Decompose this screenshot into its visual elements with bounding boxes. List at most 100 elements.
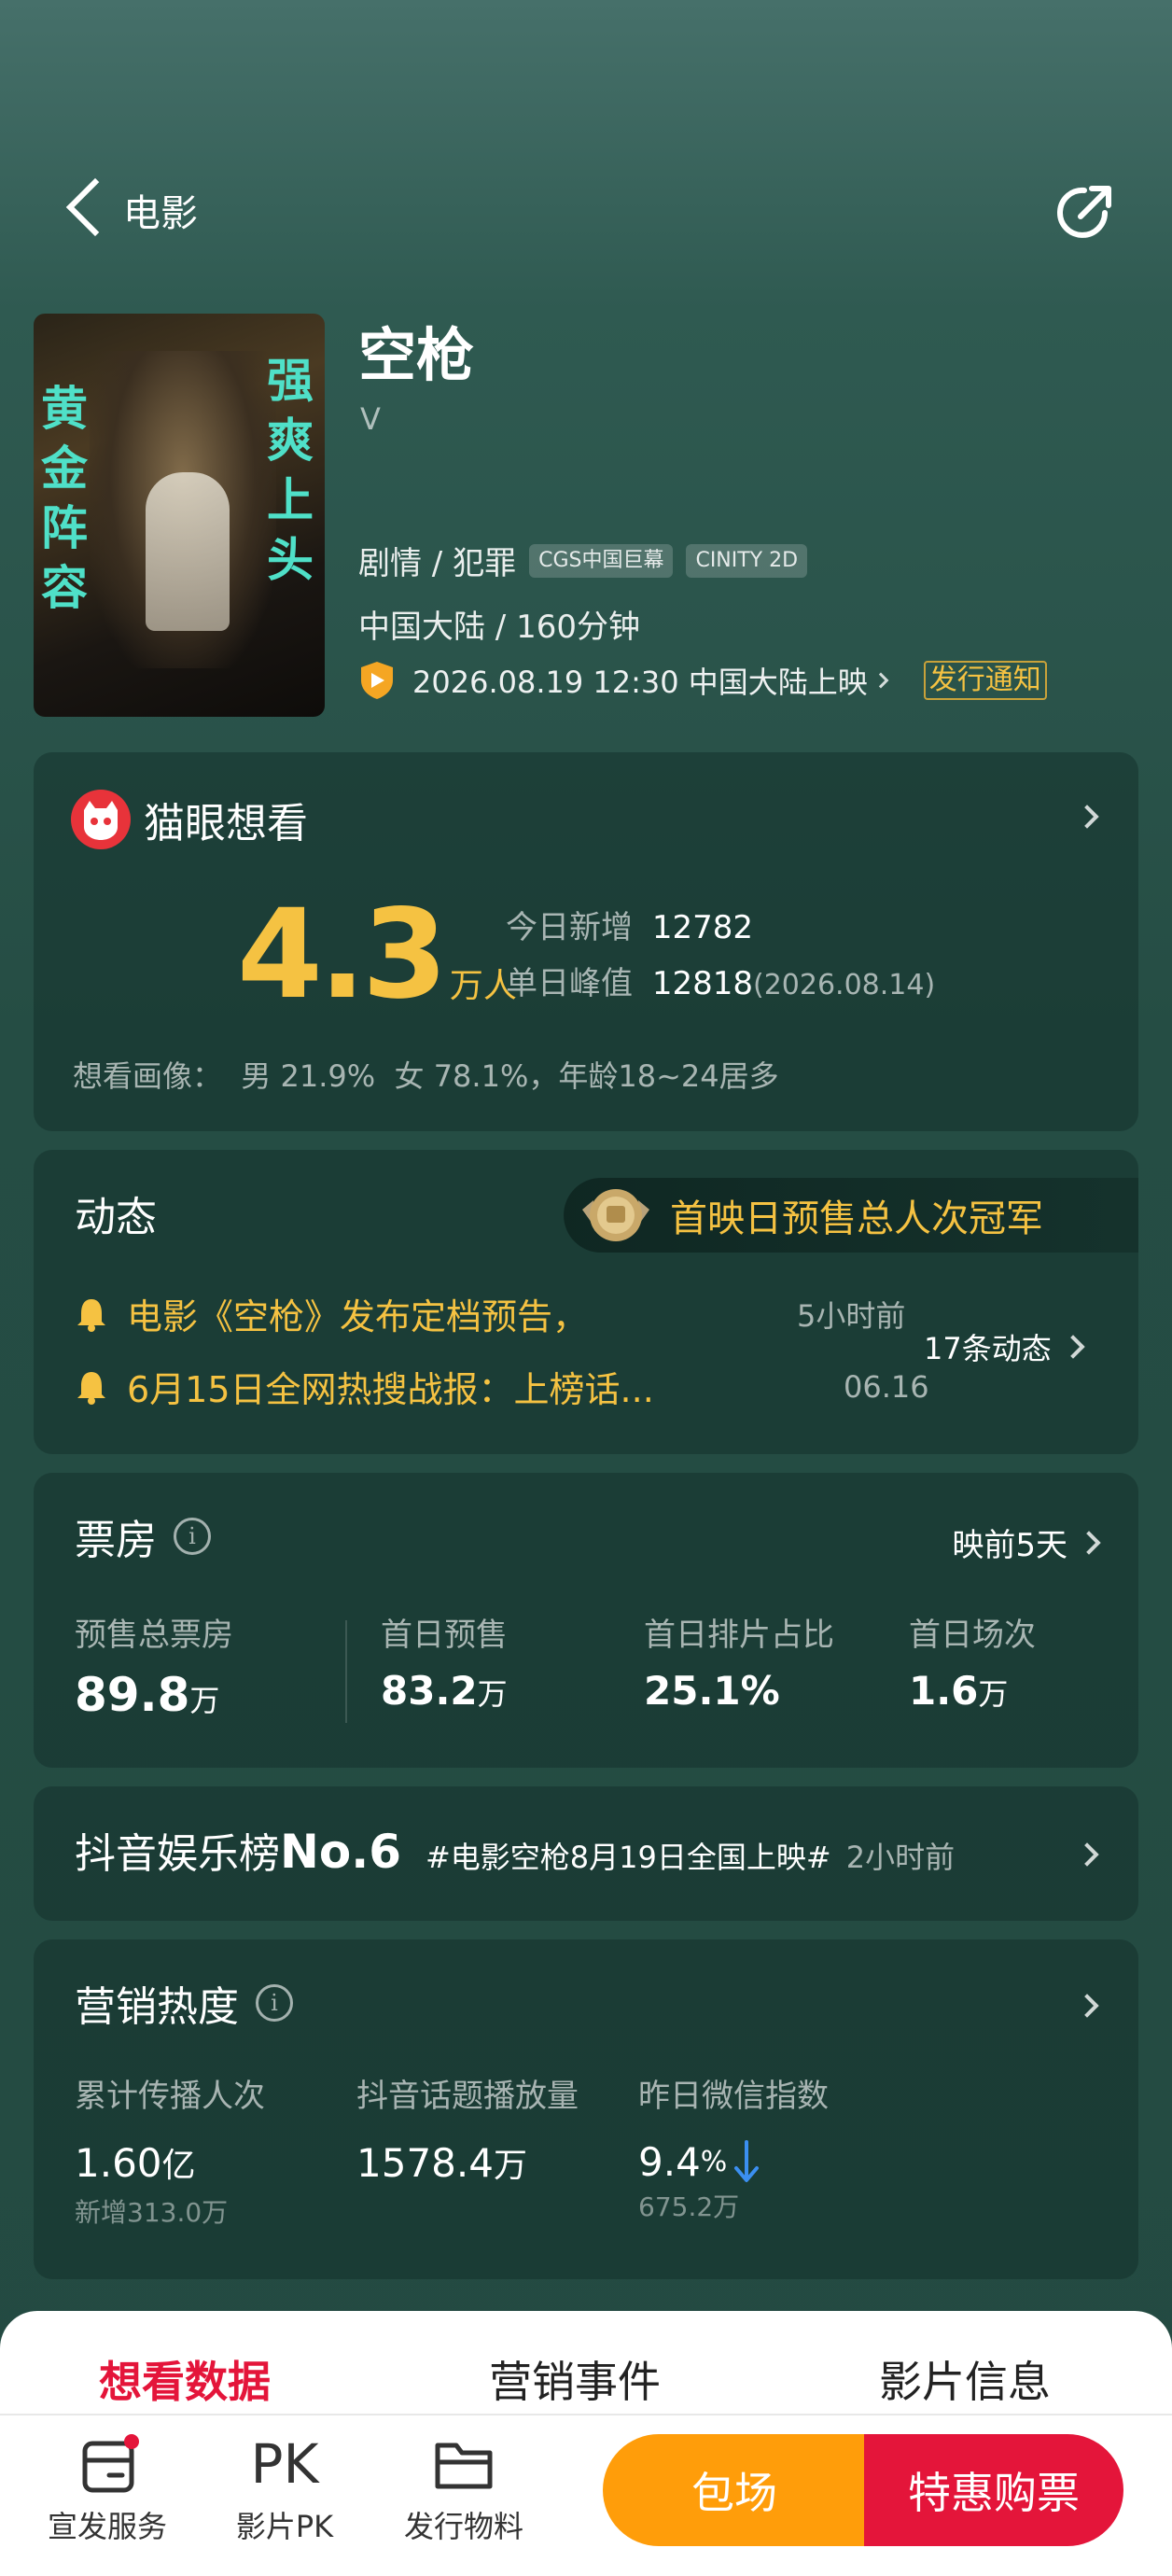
release-notice-button[interactable]: 发行通知 bbox=[923, 661, 1047, 700]
mk-stat-unit: 亿 bbox=[161, 2147, 196, 2185]
medal-icon bbox=[582, 1189, 649, 1241]
mk-stat-value: 1578.4 bbox=[356, 2140, 494, 2186]
poster-text-left: 黄金阵容 bbox=[41, 381, 88, 615]
release-date: 2026.08.19 12:30 中国大陆上映 bbox=[412, 665, 868, 700]
bo-stat: 首日场次 1.6万 bbox=[909, 1609, 1036, 1714]
champion-badge-text: 首映日预售总人次冠军 bbox=[670, 1197, 1043, 1240]
maoyan-cat-icon bbox=[71, 790, 131, 849]
mk-stat-unit: % bbox=[700, 2145, 728, 2178]
marketing-card[interactable]: 营销热度 i 累计传播人次 1.60亿 新增313.0万 抖音话题播放量 157… bbox=[34, 1939, 1138, 2279]
share-button[interactable] bbox=[1049, 177, 1120, 248]
mk-stat: 昨日微信指数 9.4% 675.2万 bbox=[638, 2070, 829, 2224]
bo-stat-value: 25.1% bbox=[644, 1668, 780, 1714]
bell-icon bbox=[77, 1298, 105, 1332]
marketing-title: 营销热度 bbox=[75, 1983, 239, 2031]
region-duration: 中国大陆 / 160分钟 bbox=[358, 609, 640, 646]
chevron-right-icon bbox=[1075, 1842, 1099, 1867]
bo-stat-label: 首日排片占比 bbox=[644, 1617, 834, 1654]
promo-service-icon bbox=[82, 2434, 139, 2493]
dynamics-card[interactable]: 动态 首映日预售总人次冠军 电影《空枪》发布定档预告， 5小时前 6月15日全网… bbox=[34, 1150, 1138, 1454]
douyin-rank-card[interactable]: 抖音娱乐榜 No.6 #电影空枪8月19日全国上映# 2小时前 bbox=[34, 1786, 1138, 1921]
pk-icon: PK bbox=[250, 2432, 319, 2496]
chevron-right-icon bbox=[1075, 805, 1099, 829]
movie-subtitle: V bbox=[360, 401, 381, 437]
mk-stat-label: 昨日微信指数 bbox=[638, 2078, 829, 2115]
bottom-item-label: 影片PK bbox=[235, 2509, 334, 2544]
mk-stat: 抖音话题播放量 1578.4万 bbox=[356, 2070, 579, 2187]
bo-stat-value: 1.6 bbox=[909, 1668, 979, 1714]
mk-stat: 累计传播人次 1.60亿 新增313.0万 bbox=[75, 2070, 265, 2230]
bell-icon bbox=[77, 1371, 105, 1405]
wish-title: 猫眼想看 bbox=[144, 800, 308, 847]
buy-ticket-label: 特惠购票 bbox=[908, 2468, 1080, 2518]
chevron-right-icon bbox=[1077, 1530, 1101, 1555]
douyin-time: 2小时前 bbox=[845, 1840, 956, 1875]
buy-ticket-button[interactable]: 特惠购票 bbox=[864, 2434, 1123, 2546]
days-label: 映前 bbox=[952, 1527, 1016, 1564]
boxoffice-title: 票房 bbox=[75, 1517, 157, 1564]
release-row[interactable]: 2026.08.19 12:30 中国大陆上映 发行通知 bbox=[358, 659, 1047, 702]
bo-stat-value: 83.2 bbox=[381, 1668, 478, 1714]
movie-title: 空枪 bbox=[358, 321, 475, 389]
format-tag: CINITY 2D bbox=[686, 543, 808, 578]
divider bbox=[0, 2414, 1172, 2415]
bo-stat-unit: 万 bbox=[978, 1676, 1009, 1712]
dynamics-count: 17条动态 bbox=[924, 1331, 1052, 1366]
dynamics-title: 动态 bbox=[75, 1194, 157, 1241]
tab-wish-data[interactable]: 想看数据 bbox=[99, 2348, 271, 2410]
info-icon[interactable]: i bbox=[256, 1984, 293, 2022]
folder-icon bbox=[435, 2443, 493, 2489]
wish-card[interactable]: 猫眼想看 4.3 万人 今日新增 12782 单日峰值 12818(2026.0… bbox=[34, 752, 1138, 1131]
back-button[interactable]: 电影 bbox=[56, 175, 233, 250]
tab-marketing-events[interactable]: 营销事件 bbox=[489, 2348, 661, 2410]
tab-bar: 想看数据 营销事件 影片信息 bbox=[0, 2311, 1172, 2414]
days-value: 5天 bbox=[1015, 1527, 1067, 1564]
douyin-rank: No.6 bbox=[280, 1825, 401, 1879]
mk-stat-value: 9.4 bbox=[638, 2138, 701, 2185]
dynamic-item[interactable]: 电影《空枪》发布定档预告， 5小时前 bbox=[75, 1288, 914, 1339]
bottom-item-materials[interactable]: 发行物料 bbox=[394, 2432, 534, 2554]
dynamic-time: 5小时前 bbox=[797, 1297, 906, 1334]
poster-text-right: 强爽上头 bbox=[267, 353, 314, 587]
today-value: 12782 bbox=[651, 909, 753, 946]
bottom-item-promo-service[interactable]: 宣发服务 bbox=[37, 2432, 177, 2554]
divider bbox=[345, 1620, 347, 1723]
bo-stat-unit: 万 bbox=[477, 1676, 508, 1712]
chevron-left-icon bbox=[65, 177, 125, 237]
peak-date: (2026.08.14) bbox=[752, 969, 936, 1001]
bottom-sheet: 想看数据 营销事件 影片信息 宣发服务 PK 影片PK 发行物料 包场 特惠购票 bbox=[0, 2311, 1172, 2576]
movie-poster[interactable]: 黄金阵容 强爽上头 bbox=[34, 314, 325, 717]
bo-stat-label: 首日预售 bbox=[381, 1617, 508, 1654]
shield-icon bbox=[361, 662, 393, 699]
chevron-right-icon bbox=[1061, 1335, 1085, 1359]
bo-stat-value: 89.8 bbox=[75, 1668, 190, 1722]
share-icon bbox=[1057, 186, 1111, 238]
champion-badge: 首映日预售总人次冠军 bbox=[564, 1178, 1138, 1253]
dynamic-text: 6月15日全网热搜战报：上榜话... bbox=[127, 1369, 654, 1410]
dynamic-item[interactable]: 6月15日全网热搜战报：上榜话... 06.16 bbox=[75, 1361, 929, 1412]
boxoffice-card[interactable]: 票房 i 映前 5天 预售总票房 89.8万 首日预售 83.2万 首日排片占比 … bbox=[34, 1473, 1138, 1768]
peak-label: 单日峰值 bbox=[506, 965, 633, 1002]
dynamic-text: 电影《空枪》发布定档预告， bbox=[127, 1296, 589, 1337]
tab-movie-info[interactable]: 影片信息 bbox=[879, 2348, 1051, 2410]
back-label: 电影 bbox=[123, 192, 198, 235]
chevron-right-icon bbox=[1075, 1994, 1099, 2018]
bottom-item-movie-pk[interactable]: PK 影片PK bbox=[224, 2432, 345, 2554]
bo-stat-label: 预售总票房 bbox=[75, 1617, 233, 1654]
bottom-item-label: 宣发服务 bbox=[47, 2509, 167, 2544]
dynamics-count-link[interactable]: 17条动态 bbox=[924, 1325, 1085, 1368]
bo-stat-label: 首日场次 bbox=[909, 1617, 1036, 1654]
private-screening-label: 包场 bbox=[691, 2468, 777, 2518]
mk-stat-unit: 万 bbox=[493, 2147, 527, 2185]
format-tag: CGS中国巨幕 bbox=[529, 543, 674, 578]
douyin-topic: #电影空枪8月19日全国上映# bbox=[425, 1840, 831, 1875]
info-icon[interactable]: i bbox=[174, 1518, 211, 1555]
bo-stat: 预售总票房 89.8万 bbox=[75, 1609, 233, 1722]
wish-count: 4.3 bbox=[237, 883, 448, 1027]
chevron-right-icon bbox=[872, 672, 889, 689]
movie-genres: 剧情 / 犯罪 bbox=[358, 545, 517, 582]
bo-stat: 首日排片占比 25.1% bbox=[644, 1609, 834, 1714]
mk-stat-sub: 新增313.0万 bbox=[75, 2197, 229, 2228]
today-label: 今日新增 bbox=[506, 909, 633, 946]
private-screening-button[interactable]: 包场 bbox=[603, 2434, 866, 2546]
